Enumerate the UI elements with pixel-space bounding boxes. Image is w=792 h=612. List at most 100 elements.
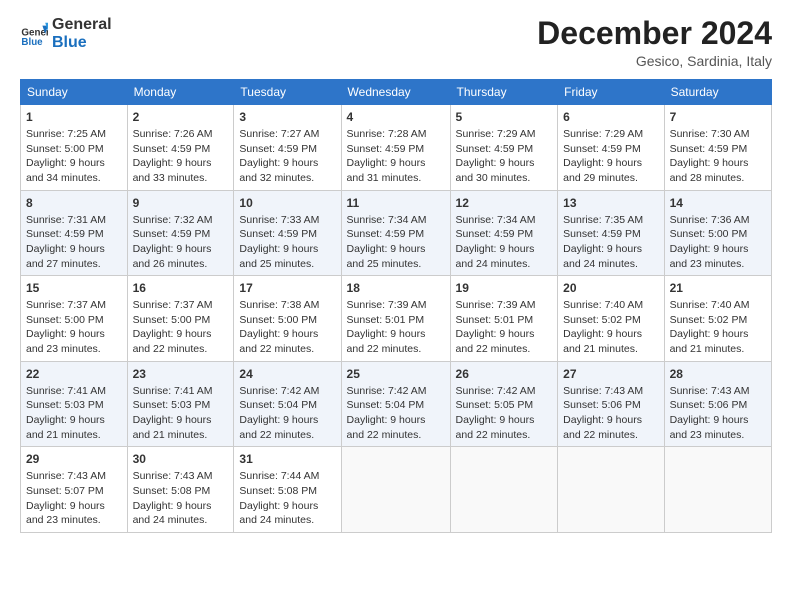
day-of-week-header: Sunday bbox=[21, 80, 128, 105]
daylight-label: Daylight: 9 hours and 21 minutes. bbox=[563, 328, 642, 355]
day-number: 16 bbox=[133, 280, 229, 297]
day-number: 21 bbox=[670, 280, 766, 297]
day-number: 18 bbox=[347, 280, 445, 297]
daylight-label: Daylight: 9 hours and 24 minutes. bbox=[239, 500, 318, 527]
calendar-cell: 23 Sunrise: 7:41 AM Sunset: 5:03 PM Dayl… bbox=[127, 361, 234, 447]
daylight-label: Daylight: 9 hours and 25 minutes. bbox=[347, 243, 426, 270]
sunrise-label: Sunrise: 7:43 AM bbox=[133, 470, 213, 482]
sunset-label: Sunset: 4:59 PM bbox=[133, 143, 211, 155]
sunset-label: Sunset: 4:59 PM bbox=[670, 143, 748, 155]
calendar-cell: 28 Sunrise: 7:43 AM Sunset: 5:06 PM Dayl… bbox=[664, 361, 771, 447]
daylight-label: Daylight: 9 hours and 22 minutes. bbox=[563, 414, 642, 441]
sunset-label: Sunset: 4:59 PM bbox=[347, 228, 425, 240]
day-number: 28 bbox=[670, 366, 766, 383]
calendar-cell: 26 Sunrise: 7:42 AM Sunset: 5:05 PM Dayl… bbox=[450, 361, 558, 447]
calendar-cell: 16 Sunrise: 7:37 AM Sunset: 5:00 PM Dayl… bbox=[127, 276, 234, 362]
calendar-week-row: 1 Sunrise: 7:25 AM Sunset: 5:00 PM Dayli… bbox=[21, 105, 772, 191]
day-number: 2 bbox=[133, 109, 229, 126]
day-number: 14 bbox=[670, 195, 766, 212]
calendar-cell: 15 Sunrise: 7:37 AM Sunset: 5:00 PM Dayl… bbox=[21, 276, 128, 362]
sunrise-label: Sunrise: 7:34 AM bbox=[456, 214, 536, 226]
day-number: 1 bbox=[26, 109, 122, 126]
daylight-label: Daylight: 9 hours and 23 minutes. bbox=[26, 500, 105, 527]
daylight-label: Daylight: 9 hours and 24 minutes. bbox=[563, 243, 642, 270]
sunrise-label: Sunrise: 7:29 AM bbox=[456, 128, 536, 140]
sunrise-label: Sunrise: 7:37 AM bbox=[26, 299, 106, 311]
day-number: 10 bbox=[239, 195, 335, 212]
day-number: 20 bbox=[563, 280, 658, 297]
day-number: 31 bbox=[239, 451, 335, 468]
day-number: 3 bbox=[239, 109, 335, 126]
calendar-week-row: 22 Sunrise: 7:41 AM Sunset: 5:03 PM Dayl… bbox=[21, 361, 772, 447]
day-number: 6 bbox=[563, 109, 658, 126]
day-number: 13 bbox=[563, 195, 658, 212]
sunset-label: Sunset: 4:59 PM bbox=[239, 143, 317, 155]
daylight-label: Daylight: 9 hours and 31 minutes. bbox=[347, 157, 426, 184]
sunset-label: Sunset: 5:03 PM bbox=[26, 399, 104, 411]
calendar-cell bbox=[341, 447, 450, 533]
daylight-label: Daylight: 9 hours and 29 minutes. bbox=[563, 157, 642, 184]
calendar-cell: 5 Sunrise: 7:29 AM Sunset: 4:59 PM Dayli… bbox=[450, 105, 558, 191]
daylight-label: Daylight: 9 hours and 22 minutes. bbox=[239, 414, 318, 441]
daylight-label: Daylight: 9 hours and 22 minutes. bbox=[456, 414, 535, 441]
sunrise-label: Sunrise: 7:31 AM bbox=[26, 214, 106, 226]
sunrise-label: Sunrise: 7:43 AM bbox=[26, 470, 106, 482]
day-number: 26 bbox=[456, 366, 553, 383]
daylight-label: Daylight: 9 hours and 30 minutes. bbox=[456, 157, 535, 184]
day-number: 12 bbox=[456, 195, 553, 212]
sunset-label: Sunset: 5:08 PM bbox=[239, 485, 317, 497]
month-title: December 2024 bbox=[537, 16, 772, 51]
sunrise-label: Sunrise: 7:35 AM bbox=[563, 214, 643, 226]
daylight-label: Daylight: 9 hours and 23 minutes. bbox=[670, 243, 749, 270]
sunset-label: Sunset: 4:59 PM bbox=[347, 143, 425, 155]
sunset-label: Sunset: 5:06 PM bbox=[563, 399, 641, 411]
calendar-cell: 29 Sunrise: 7:43 AM Sunset: 5:07 PM Dayl… bbox=[21, 447, 128, 533]
daylight-label: Daylight: 9 hours and 22 minutes. bbox=[347, 328, 426, 355]
calendar-header-row: SundayMondayTuesdayWednesdayThursdayFrid… bbox=[21, 80, 772, 105]
logo-general: General bbox=[52, 16, 112, 34]
calendar-cell: 13 Sunrise: 7:35 AM Sunset: 4:59 PM Dayl… bbox=[558, 190, 664, 276]
day-number: 29 bbox=[26, 451, 122, 468]
calendar-cell bbox=[664, 447, 771, 533]
day-of-week-header: Thursday bbox=[450, 80, 558, 105]
sunrise-label: Sunrise: 7:44 AM bbox=[239, 470, 319, 482]
calendar-cell: 31 Sunrise: 7:44 AM Sunset: 5:08 PM Dayl… bbox=[234, 447, 341, 533]
day-number: 30 bbox=[133, 451, 229, 468]
sunset-label: Sunset: 4:59 PM bbox=[456, 143, 534, 155]
calendar-cell: 1 Sunrise: 7:25 AM Sunset: 5:00 PM Dayli… bbox=[21, 105, 128, 191]
sunset-label: Sunset: 5:03 PM bbox=[133, 399, 211, 411]
day-number: 5 bbox=[456, 109, 553, 126]
daylight-label: Daylight: 9 hours and 21 minutes. bbox=[670, 328, 749, 355]
calendar-cell: 22 Sunrise: 7:41 AM Sunset: 5:03 PM Dayl… bbox=[21, 361, 128, 447]
calendar-cell bbox=[450, 447, 558, 533]
sunrise-label: Sunrise: 7:33 AM bbox=[239, 214, 319, 226]
sunset-label: Sunset: 5:02 PM bbox=[563, 314, 641, 326]
sunset-label: Sunset: 5:04 PM bbox=[239, 399, 317, 411]
calendar-table: SundayMondayTuesdayWednesdayThursdayFrid… bbox=[20, 79, 772, 533]
svg-text:Blue: Blue bbox=[21, 37, 43, 48]
title-block: December 2024 Gesico, Sardinia, Italy bbox=[537, 16, 772, 69]
day-number: 24 bbox=[239, 366, 335, 383]
daylight-label: Daylight: 9 hours and 23 minutes. bbox=[670, 414, 749, 441]
sunset-label: Sunset: 5:02 PM bbox=[670, 314, 748, 326]
sunrise-label: Sunrise: 7:29 AM bbox=[563, 128, 643, 140]
sunrise-label: Sunrise: 7:42 AM bbox=[239, 385, 319, 397]
day-number: 27 bbox=[563, 366, 658, 383]
sunset-label: Sunset: 5:05 PM bbox=[456, 399, 534, 411]
calendar-cell: 30 Sunrise: 7:43 AM Sunset: 5:08 PM Dayl… bbox=[127, 447, 234, 533]
sunset-label: Sunset: 5:01 PM bbox=[347, 314, 425, 326]
day-number: 7 bbox=[670, 109, 766, 126]
calendar-cell: 10 Sunrise: 7:33 AM Sunset: 4:59 PM Dayl… bbox=[234, 190, 341, 276]
daylight-label: Daylight: 9 hours and 22 minutes. bbox=[239, 328, 318, 355]
sunrise-label: Sunrise: 7:26 AM bbox=[133, 128, 213, 140]
daylight-label: Daylight: 9 hours and 21 minutes. bbox=[26, 414, 105, 441]
daylight-label: Daylight: 9 hours and 32 minutes. bbox=[239, 157, 318, 184]
sunrise-label: Sunrise: 7:39 AM bbox=[456, 299, 536, 311]
sunrise-label: Sunrise: 7:42 AM bbox=[347, 385, 427, 397]
sunset-label: Sunset: 5:00 PM bbox=[670, 228, 748, 240]
calendar-cell: 27 Sunrise: 7:43 AM Sunset: 5:06 PM Dayl… bbox=[558, 361, 664, 447]
calendar-cell: 12 Sunrise: 7:34 AM Sunset: 4:59 PM Dayl… bbox=[450, 190, 558, 276]
calendar-cell: 4 Sunrise: 7:28 AM Sunset: 4:59 PM Dayli… bbox=[341, 105, 450, 191]
day-of-week-header: Saturday bbox=[664, 80, 771, 105]
sunset-label: Sunset: 5:00 PM bbox=[26, 143, 104, 155]
